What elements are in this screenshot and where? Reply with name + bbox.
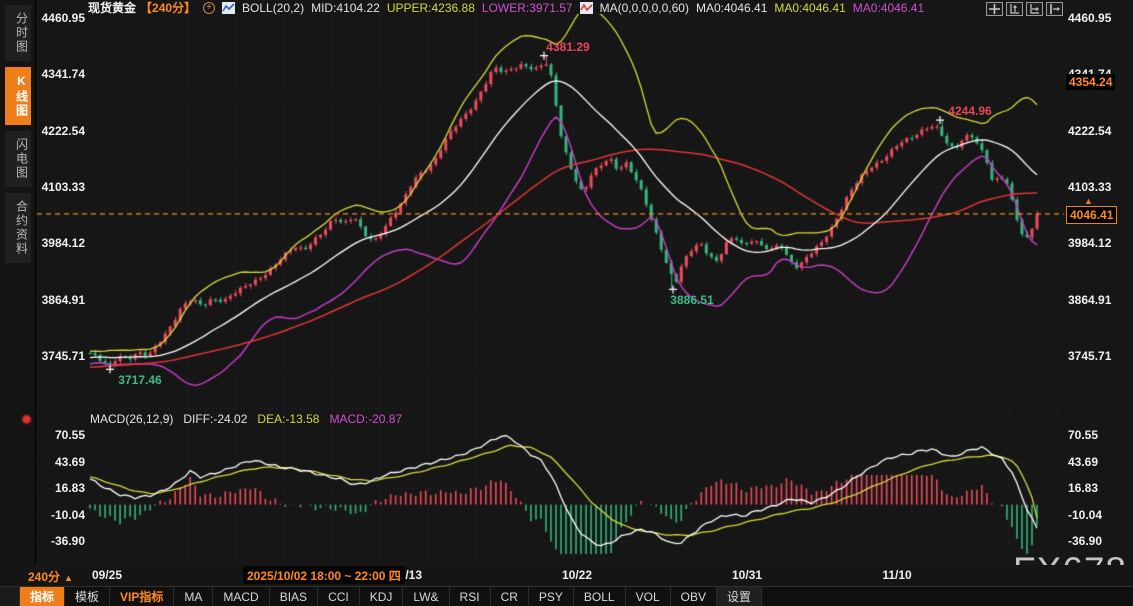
macd-dea-value: DEA:-13.58 [257,412,319,426]
toolbar-item-3[interactable]: VIP指标 [110,587,174,606]
boll-name: BOLL(20,2) [242,1,304,15]
boll-upper-value: UPPER:4236.88 [387,1,475,15]
boll-indicator-icon [222,2,235,14]
toolbar-corner-button[interactable] [0,587,20,606]
macd-axis-label-right: 43.69 [1068,455,1116,469]
y-axis-label-left: 4222.54 [37,124,85,138]
macd-axis-label-left: 16.83 [37,481,85,495]
toolbar-item-5[interactable]: MACD [213,587,269,606]
toolbar-item-14[interactable]: VOL [626,587,671,606]
chart-canvas[interactable] [0,0,1133,606]
top-indicator-bar: 现货黄金 【240分】 + BOLL(20,2) MID:4104.22 UPP… [88,1,924,15]
y-axis-label-right: 3864.91 [1068,293,1116,307]
toolbar-item-4[interactable]: MA [174,587,213,606]
toolbar-item-11[interactable]: CR [491,587,529,606]
ma-name: MA(0,0,0,0,0,60) [600,1,689,15]
macd-axis-label-left: 43.69 [37,455,85,469]
macd-axis-label-right: -10.04 [1068,508,1116,522]
macd-indicator-bar: MACD(26,12,9) DIFF:-24.02 DEA:-13.58 MAC… [90,412,402,426]
y-axis-label-left: 3984.12 [37,236,85,250]
y-axis-label-right: 4460.95 [1068,11,1116,25]
upper-price-tag: 4354.24 [1066,74,1115,90]
ma-indicator-icon [580,2,593,14]
toolbar-item-6[interactable]: BIAS [270,587,318,606]
toolbar-item-12[interactable]: PSY [529,587,574,606]
x-axis-row: 240分▲ 09/2510/1310/2210/3111/10 2025/10/… [0,565,1133,586]
y-axis-label-left: 4341.74 [37,67,85,81]
macd-macd-value: MACD:-20.87 [329,412,402,426]
macd-axis-label-right: 16.83 [1068,481,1116,495]
toolbar-item-15[interactable]: OBV [671,587,717,606]
y-axis-label-left: 4460.95 [37,11,85,25]
price-annotation-2: 4244.96 [948,104,991,118]
y-axis-label-right: 4103.33 [1068,180,1116,194]
sidebar-item-3[interactable]: 闪电图 [5,131,31,187]
y-axis-label-right: 3745.71 [1068,349,1116,363]
sidebar-item-1[interactable]: 分时图 [5,5,31,61]
period-text: 240分 [28,570,60,584]
circle-plus-icon[interactable]: + [203,2,215,14]
window-icons [986,2,1063,16]
boll-mid-value: MID:4104.22 [311,1,380,15]
x-axis-tick: 10/31 [707,568,787,582]
toolbar-item-9[interactable]: LW& [403,587,449,606]
sidebar-item-4[interactable]: 合约资料 [5,193,31,263]
selected-bar-date: 2025/10/02 18:00 ~ 22:00 四 [243,566,405,584]
macd-axis-label-right: -36.90 [1068,534,1116,548]
toolbar-item-10[interactable]: RSI [450,587,491,606]
macd-axis-label-right: 70.55 [1068,428,1116,442]
price-annotation-3: 3886.51 [670,293,713,307]
ma-value-2: MA0:4046.41 [774,1,845,15]
chart-application: 现货黄金 【240分】 + BOLL(20,2) MID:4104.22 UPP… [0,0,1133,606]
macd-axis-label-left: -36.90 [37,534,85,548]
toolbar-item-1[interactable]: 指标 [20,587,65,606]
zoom-vertical-icon[interactable] [1006,2,1023,16]
macd-diff-value: DIFF:-24.02 [183,412,247,426]
pan-icon[interactable] [986,2,1003,16]
macd-axis-label-left: 70.55 [37,428,85,442]
macd-axis-label-left: -10.04 [37,508,85,522]
price-arrow-icon: ▲ [1084,196,1093,206]
shift-right-icon[interactable] [1046,2,1063,16]
toolbar-item-16[interactable]: 设置 [717,587,762,606]
x-axis-tick: 09/25 [67,568,147,582]
period-badge: 【240分】 [140,1,196,15]
ma-value-3: MA0:4046.41 [853,1,924,15]
left-sidebar: 分时图 K线图闪电图合约资料 ✹ [0,0,36,572]
hot-indicator-icon[interactable]: ✹ [21,412,32,428]
y-axis-label-left: 3864.91 [37,293,85,307]
toolbar-item-13[interactable]: BOLL [574,587,626,606]
toolbar-item-8[interactable]: KDJ [360,587,404,606]
price-annotation-4: 3717.46 [118,373,161,387]
toolbar-item-2[interactable]: 模板 [65,587,110,606]
y-axis-label-left: 4103.33 [37,180,85,194]
y-axis-label-right: 3984.12 [1068,236,1116,250]
y-axis-label-right: 4222.54 [1068,124,1116,138]
y-axis-label-left: 3745.71 [37,349,85,363]
toolbar-item-7[interactable]: CCI [318,587,360,606]
zoom-horizontal-icon[interactable] [1026,2,1043,16]
price-annotation-1: 4381.29 [546,40,589,54]
boll-lower-value: LOWER:3971.57 [482,1,573,15]
bottom-toolbar: 指标模板VIP指标MAMACDBIASCCIKDJLW&RSICRPSYBOLL… [0,586,1133,606]
ma-value-1: MA0:4046.41 [696,1,767,15]
x-axis-tick: 11/10 [857,568,937,582]
sidebar-item-2[interactable]: K线图 [5,67,31,125]
x-axis-tick: 10/22 [537,568,617,582]
symbol-name: 现货黄金 [88,1,136,15]
macd-name: MACD(26,12,9) [90,412,173,426]
current-price-tag: 4046.41 [1066,206,1117,224]
